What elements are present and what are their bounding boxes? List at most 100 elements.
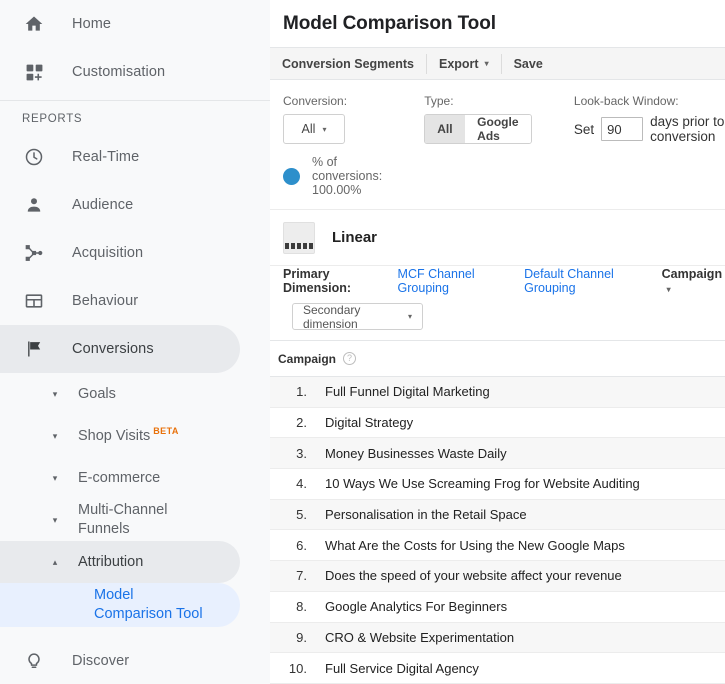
table-row[interactable]: 1. Full Funnel Digital Marketing <box>270 377 725 408</box>
column-header-campaign: Campaign <box>278 351 337 366</box>
days-suffix-label: days prior to conversion <box>650 114 725 144</box>
campaign-name: Google Analytics For Beginners <box>325 599 508 615</box>
secondary-dimension-select[interactable]: Secondary dimension ▾ <box>292 302 423 331</box>
save-button[interactable]: Save <box>502 48 555 80</box>
sidebar-item-home[interactable]: Home <box>0 0 270 48</box>
share-nodes-icon <box>22 241 46 265</box>
lookback-control: Look-back Window: Set days prior to conv… <box>574 94 725 144</box>
chevron-up-icon: ▴ <box>52 556 58 567</box>
primary-dimension-label: Primary Dimension: <box>283 266 352 295</box>
sidebar-item-ecommerce[interactable]: ▾ E-commerce <box>0 457 270 499</box>
lookback-days-input[interactable] <box>601 117 644 141</box>
page-title: Model Comparison Tool <box>283 12 496 34</box>
table-row[interactable]: 8. Google Analytics For Beginners <box>270 592 725 623</box>
sidebar-item-label: E-commerce <box>78 469 161 486</box>
sidebar-item-conversions[interactable]: Conversions <box>0 325 240 373</box>
campaign-name: Digital Strategy <box>325 415 414 431</box>
lookback-row: Set days prior to conversion <box>574 114 725 144</box>
conversions-percent: % of conversions: 100.00% <box>283 155 407 197</box>
conversion-label: Conversion: <box>283 94 348 108</box>
export-button[interactable]: Export ▾ <box>427 48 501 80</box>
sidebar-item-label: Shop Visits <box>78 427 151 444</box>
home-icon <box>22 12 46 36</box>
secondary-dimension-label: Secondary dimension <box>303 302 361 331</box>
sidebar-item-acquisition[interactable]: Acquisition <box>0 229 270 277</box>
sidebar-item-multi-channel-funnels[interactable]: ▾ Multi-Channel Funnels <box>0 499 270 541</box>
sidebar-item-label: Conversions <box>72 341 154 357</box>
sidebar-item-discover[interactable]: Discover <box>0 637 270 684</box>
table-row[interactable]: 7. Does the speed of your website affect … <box>270 561 725 592</box>
clock-icon <box>22 145 46 169</box>
export-label: Export <box>438 56 479 71</box>
sidebar-item-label: Discover <box>72 653 130 669</box>
chevron-down-icon: ▾ <box>407 312 412 321</box>
row-index: 6. <box>296 537 307 553</box>
table-row[interactable]: 10. Full Service Digital Agency <box>270 653 725 684</box>
primary-model-name: Linear <box>332 229 378 246</box>
type-option-google-ads[interactable]: Google Ads <box>465 115 531 143</box>
lookback-label: Look-back Window: <box>573 94 679 108</box>
campaign-name: Does the speed of your website affect yo… <box>325 568 622 584</box>
table-row[interactable]: 2. Digital Strategy <box>270 408 725 439</box>
report-toolbar: Conversion Segments Export ▾ Save <box>270 48 725 80</box>
row-index: 7. <box>296 568 307 584</box>
campaign-name: 10 Ways We Use Screaming Frog for Websit… <box>325 476 640 492</box>
table-row[interactable]: 5. Personalisation in the Retail Space <box>270 499 725 531</box>
row-index: 2. <box>296 415 307 431</box>
lightbulb-icon <box>22 649 46 673</box>
sidebar-item-behaviour[interactable]: Behaviour <box>0 277 270 325</box>
dimension-option-campaign[interactable]: Campaign ▾ <box>662 267 725 295</box>
sidebar-item-label: Customisation <box>72 64 166 80</box>
type-segmented-control: All Google Ads <box>424 114 532 144</box>
sidebar-item-audience[interactable]: Audience <box>0 181 270 229</box>
row-index: 3. <box>296 445 307 461</box>
flag-icon <box>22 337 46 361</box>
table-row[interactable]: 6. What Are the Costs for Using the New G… <box>270 530 725 562</box>
chevron-down-icon: ▾ <box>52 514 58 525</box>
conversion-segments-button[interactable]: Conversion Segments <box>270 48 426 80</box>
sidebar-item-label: Real-Time <box>72 149 140 165</box>
sidebar-item-label: Home <box>72 16 112 32</box>
sidebar-item-label: Behaviour <box>72 293 139 309</box>
type-control: Type: All Google Ads <box>424 94 532 144</box>
campaign-name: Personalisation in the Retail Space <box>325 507 527 523</box>
model-selector-row: Linear ▾ vs Select model <box>270 209 725 265</box>
conversion-control: Conversion: All ▾ % of conversions: 100.… <box>283 94 407 197</box>
dimension-option-campaign-label: Campaign <box>661 266 723 281</box>
sidebar-item-model-comparison-tool[interactable]: Model Comparison Tool <box>0 583 240 627</box>
table-row[interactable]: 9. CRO & Website Experimentation <box>270 622 725 654</box>
campaign-name: What Are the Costs for Using the New Goo… <box>325 537 625 553</box>
sidebar-item-label: Goals <box>78 385 116 402</box>
primary-model-selector[interactable]: Linear <box>283 221 378 254</box>
conversions-percent-label: % of conversions: 100.00% <box>312 155 383 197</box>
table-row[interactable]: 4. 10 Ways We Use Screaming Frog for Webs… <box>270 469 725 500</box>
conversion-value: All <box>301 122 316 136</box>
help-icon[interactable]: ? <box>343 352 357 365</box>
sidebar-item-customisation[interactable]: Customisation <box>0 48 270 96</box>
dimension-option-mcf-channel-grouping[interactable]: MCF Channel Grouping <box>398 267 513 295</box>
row-index: 8. <box>296 599 307 615</box>
table-row[interactable]: 3. Money Businesses Waste Daily <box>270 438 725 470</box>
row-index: 9. <box>296 629 307 645</box>
campaign-table: Campaign ? 1. Full Funnel Digital Marketi… <box>270 340 725 684</box>
analytics-app: Home Customisation REPORTS Real-Time Aud… <box>0 0 725 684</box>
sidebar-item-attribution[interactable]: ▴ Attribution <box>0 541 240 583</box>
chevron-down-icon: ▾ <box>52 388 58 399</box>
campaign-name: CRO & Website Experimentation <box>325 629 515 645</box>
sidebar-item-real-time[interactable]: Real-Time <box>0 133 270 181</box>
sidebar-item-label: Acquisition <box>72 245 144 261</box>
campaign-name: Full Service Digital Agency <box>325 660 479 676</box>
beta-badge: BETA <box>153 426 179 436</box>
sidebar-item-shop-visits[interactable]: ▾ Shop Visits BETA <box>0 415 270 457</box>
type-option-all[interactable]: All <box>425 115 465 143</box>
customisation-icon <box>22 60 46 84</box>
main-content: Model Comparison Tool Conversion Segment… <box>270 0 725 684</box>
dimension-option-default-channel-grouping[interactable]: Default Channel Grouping <box>524 267 650 295</box>
row-index: 1. <box>296 384 307 400</box>
sidebar-item-goals[interactable]: ▾ Goals <box>0 373 270 415</box>
panels-icon <box>22 289 46 313</box>
controls-bar: Conversion: All ▾ % of conversions: 100.… <box>270 80 725 197</box>
conversion-select[interactable]: All ▾ <box>283 114 345 144</box>
sidebar-item-label: Model Comparison Tool <box>94 587 203 622</box>
sidebar-section-reports: REPORTS <box>22 113 83 125</box>
